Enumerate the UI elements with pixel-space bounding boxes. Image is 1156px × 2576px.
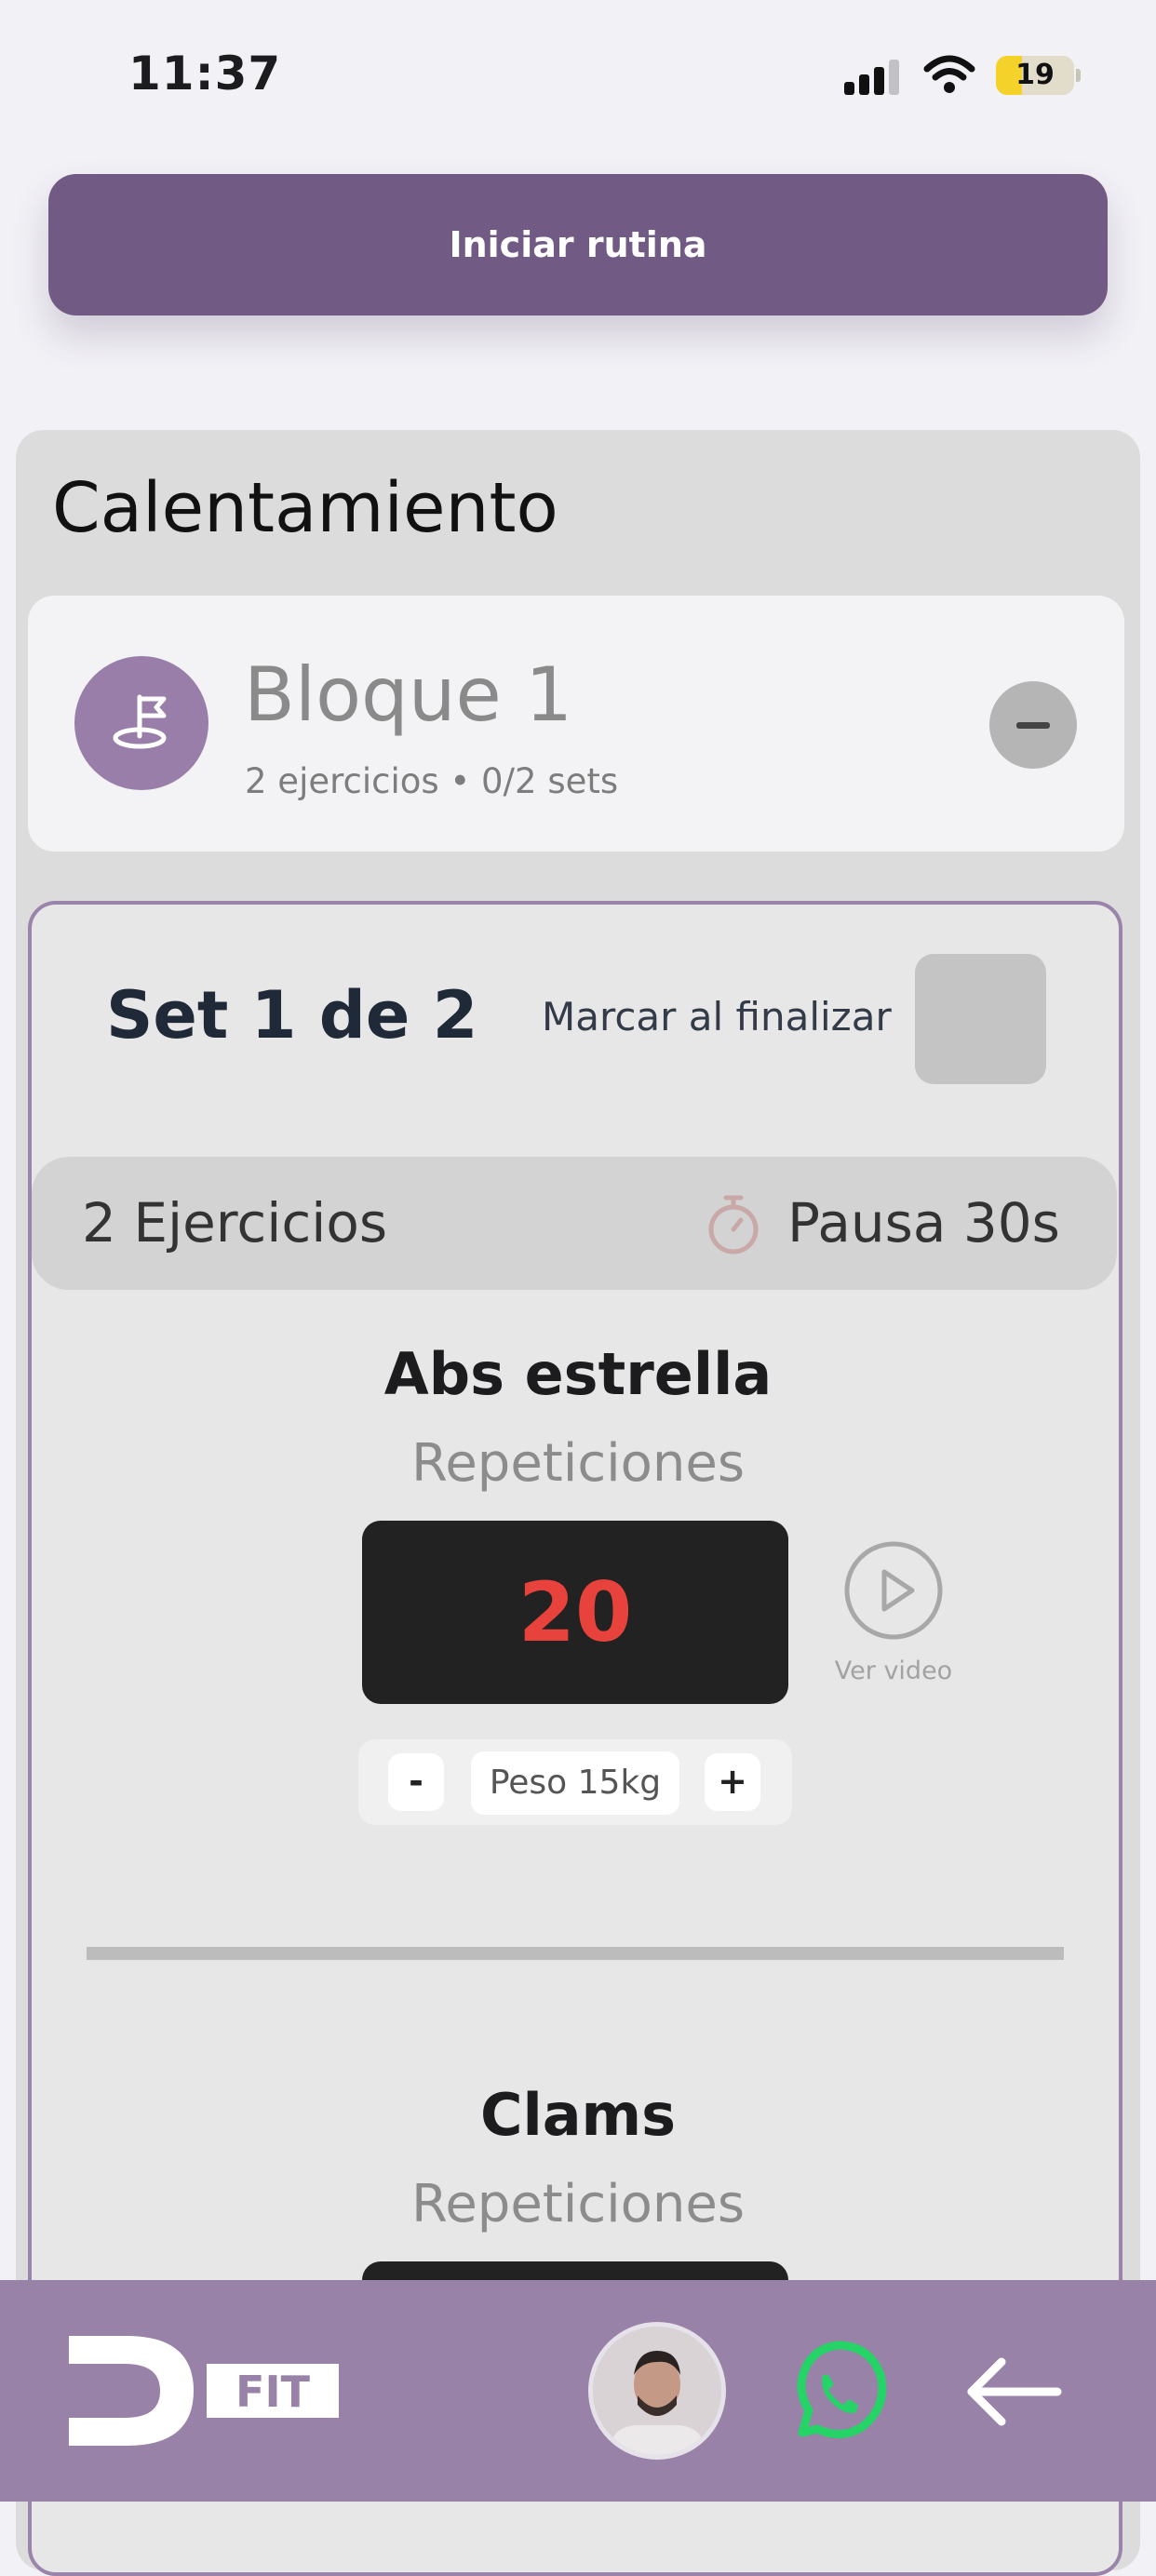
exercise-name: Abs estrella xyxy=(383,1340,773,1408)
stopwatch-icon xyxy=(708,1195,759,1254)
mark-finished-label: Marcar al finalizar xyxy=(542,994,892,1040)
weight-label: Peso 15kg xyxy=(471,1751,679,1815)
whatsapp-icon[interactable] xyxy=(780,2336,892,2448)
battery-tip xyxy=(1076,69,1081,82)
start-routine-button[interactable]: Iniciar rutina xyxy=(48,174,1108,315)
exercise-divider xyxy=(87,1947,1064,1960)
weight-plus-button[interactable]: + xyxy=(705,1753,760,1811)
battery-icon: 19 xyxy=(996,56,1074,95)
block-title: Bloque 1 xyxy=(244,651,573,738)
exercise-type: Repeticiones xyxy=(410,2174,746,2234)
reps-display: 20 xyxy=(362,1521,788,1704)
cellular-signal-icon xyxy=(844,58,902,95)
status-time: 11:37 xyxy=(128,47,282,101)
collapse-block-button[interactable] xyxy=(989,681,1077,769)
exercises-count: 2 Ejercicios xyxy=(82,1191,388,1254)
block-meta: 2 ejercicios • 0/2 sets xyxy=(245,761,619,801)
mark-finished-checkbox[interactable] xyxy=(915,954,1046,1084)
pause-label: Pausa 30s xyxy=(787,1191,1060,1254)
play-video-icon[interactable] xyxy=(843,1540,944,1641)
video-label[interactable]: Ver video xyxy=(819,1657,968,1685)
flag-icon xyxy=(74,656,208,790)
svg-text:FIT: FIT xyxy=(235,2367,311,2417)
exercise-type: Repeticiones xyxy=(410,1433,746,1494)
back-arrow-icon[interactable] xyxy=(964,2355,1063,2429)
section-title: Calentamiento xyxy=(52,468,558,548)
weight-minus-button[interactable]: - xyxy=(388,1753,444,1811)
dfit-logo[interactable]: FIT xyxy=(69,2336,348,2446)
battery-level: 19 xyxy=(1015,59,1055,91)
wifi-icon xyxy=(923,55,975,93)
exercise-name: Clams xyxy=(479,2081,677,2149)
status-bar: 11:37 19 xyxy=(0,0,1156,149)
avatar[interactable] xyxy=(588,2322,726,2460)
set-title: Set 1 de 2 xyxy=(106,977,478,1053)
